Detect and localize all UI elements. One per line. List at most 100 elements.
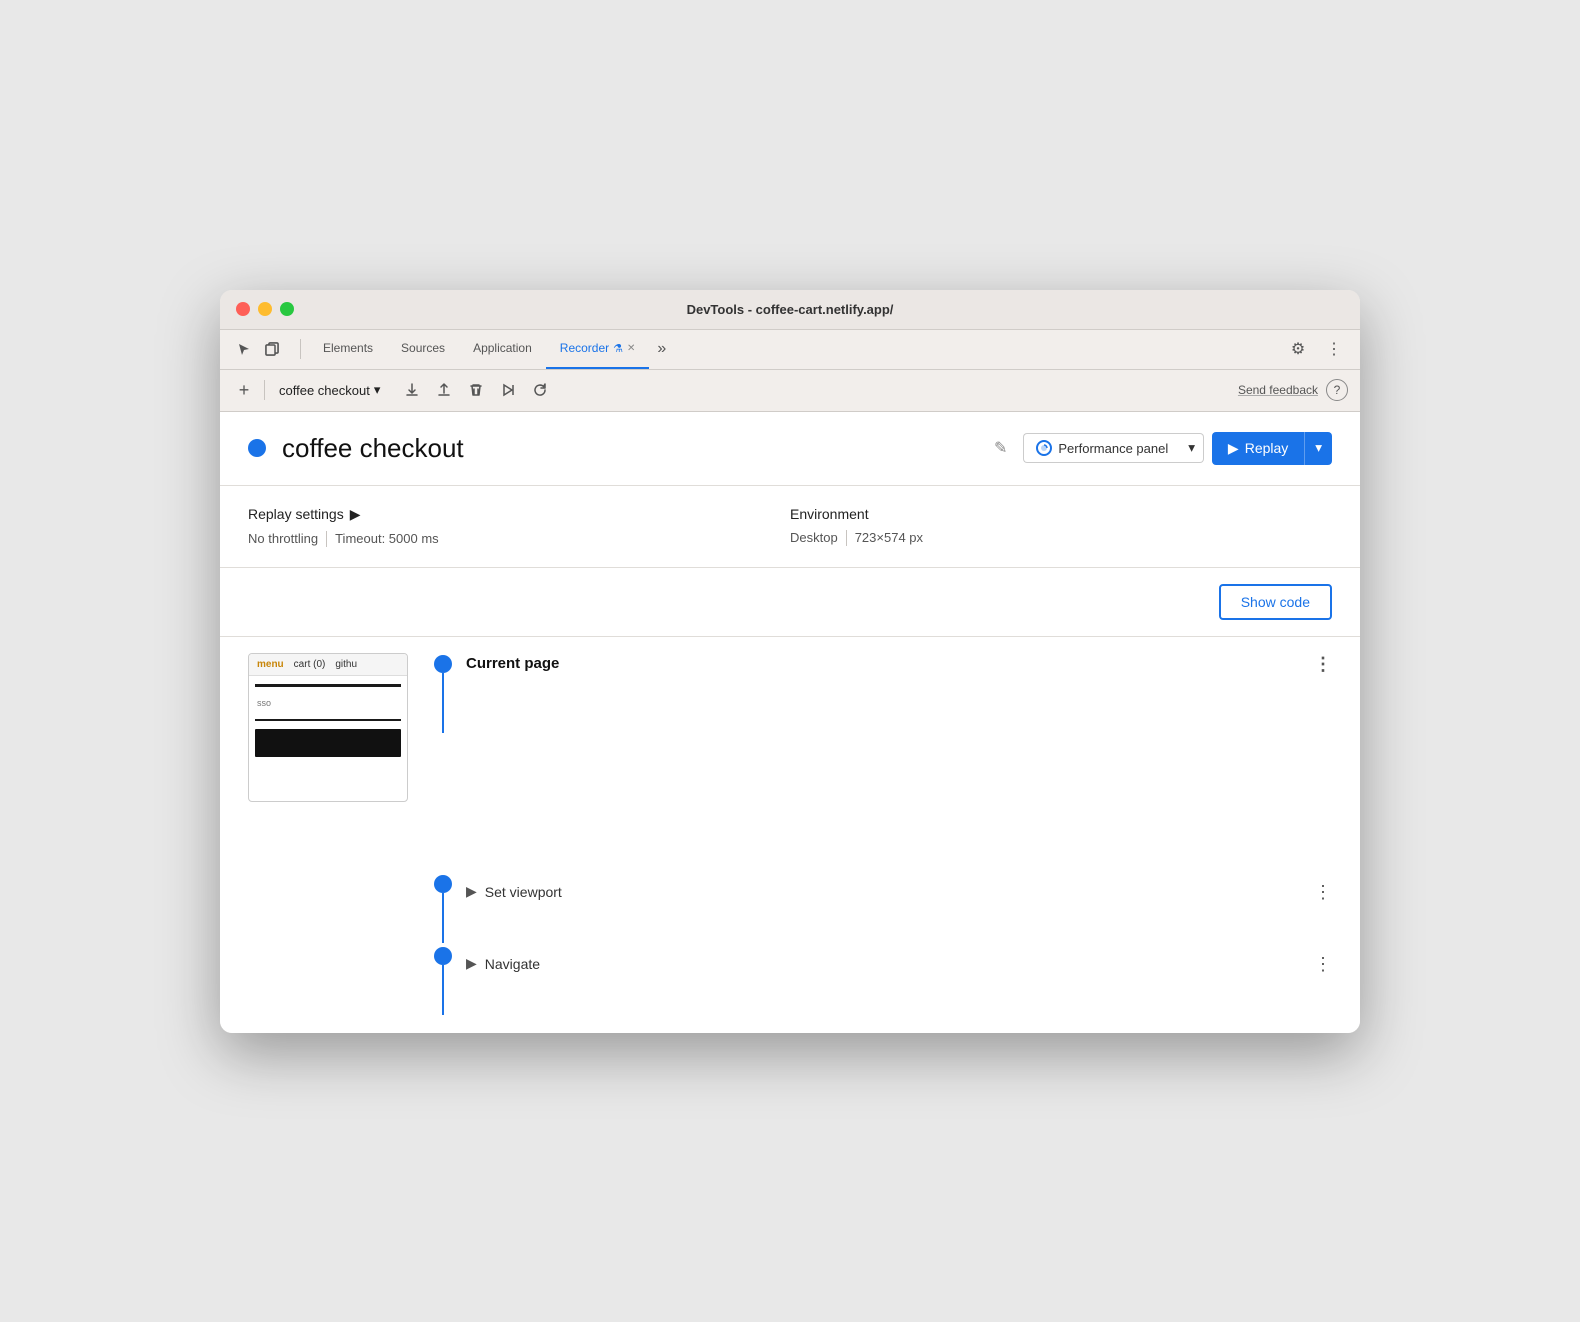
recorder-icon: ⚗ <box>613 342 623 355</box>
close-button[interactable] <box>236 302 250 316</box>
menu-icon[interactable]: ⋮ <box>1320 335 1348 363</box>
send-feedback-link[interactable]: Send feedback <box>1238 383 1318 397</box>
throttle-label: No throttling <box>248 531 318 546</box>
environment-details: Desktop 723×574 px <box>790 530 1332 546</box>
step-preview: menu cart (0) githu sso <box>248 653 418 802</box>
preview-label: sso <box>249 695 407 711</box>
env-size: 723×574 px <box>855 530 923 545</box>
copy-icon[interactable] <box>260 337 284 361</box>
env-divider <box>846 530 847 546</box>
recorder-actions <box>398 376 554 404</box>
replay-button[interactable]: ▶ Replay <box>1212 432 1304 465</box>
play-step-icon[interactable] <box>494 376 522 404</box>
step-label-1: Current page ⋮ <box>466 655 1332 673</box>
preview-nav-bar: menu cart (0) githu <box>249 654 407 676</box>
settings-section: Replay settings ▶ No throttling Timeout:… <box>220 486 1360 568</box>
preview-nav-cart: cart (0) <box>294 659 326 670</box>
replay-group: ▶ Replay ▾ <box>1212 432 1332 465</box>
tab-sources[interactable]: Sources <box>387 329 459 369</box>
performance-icon <box>1036 440 1052 456</box>
environment-title: Environment <box>790 506 1332 522</box>
recording-selector[interactable]: coffee checkout ▾ <box>273 378 386 402</box>
steps-area: menu cart (0) githu sso <box>220 637 1360 1033</box>
dropdown-chevron-icon: ▾ <box>374 382 381 398</box>
preview-nav-menu: menu <box>257 659 284 670</box>
step-line-2 <box>442 893 444 943</box>
performance-panel-dropdown-button[interactable]: ▾ <box>1180 433 1204 463</box>
settings-left: Replay settings ▶ No throttling Timeout:… <box>248 506 790 547</box>
step-kebab-button-1[interactable]: ⋮ <box>1314 655 1332 673</box>
settings-icon[interactable]: ⚙ <box>1284 335 1312 363</box>
step-timeline-2 <box>434 873 452 943</box>
recorder-toolbar-right: Send feedback ? <box>1238 379 1348 401</box>
settings-right: Environment Desktop 723×574 px <box>790 506 1332 546</box>
tab-recorder[interactable]: Recorder ⚗ ✕ <box>546 329 650 369</box>
step-dot-2 <box>434 875 452 893</box>
show-code-section: Show code <box>220 568 1360 637</box>
env-type: Desktop <box>790 530 838 545</box>
step-entry-set-viewport: ▶ Set viewport ⋮ <box>220 873 1360 945</box>
traffic-lights <box>236 302 294 316</box>
preview-dark-bar-1 <box>255 684 401 687</box>
tab-list: Elements Sources Application Recorder ⚗ … <box>309 329 1284 369</box>
step-kebab-button-3[interactable]: ⋮ <box>1314 955 1332 973</box>
performance-panel-button[interactable]: Performance panel <box>1023 433 1180 463</box>
preview-nav-github: githu <box>335 659 357 670</box>
replay-settings-toggle[interactable]: Replay settings ▶ <box>248 506 790 523</box>
edit-title-icon[interactable]: ✎ <box>994 438 1007 458</box>
step-info-1: Current page ⋮ <box>466 653 1332 673</box>
recorder-toolbar: + coffee checkout ▾ <box>220 370 1360 412</box>
preview-empty <box>249 761 407 801</box>
recording-status-dot <box>248 439 266 457</box>
settings-details: No throttling Timeout: 5000 ms <box>248 531 790 547</box>
preview-black-block <box>255 729 401 757</box>
toolbar-divider-1 <box>300 339 301 359</box>
step-label-3: ▶ Navigate ⋮ <box>466 955 1332 973</box>
toolbar-right: ⚙ ⋮ <box>1284 335 1348 363</box>
refresh-icon[interactable] <box>526 376 554 404</box>
maximize-button[interactable] <box>280 302 294 316</box>
devtools-window: DevTools - coffee-cart.netlify.app/ <box>220 290 1360 1033</box>
preview-body: sso <box>249 684 407 801</box>
tab-close-icon[interactable]: ✕ <box>627 343 635 354</box>
cursor-icon[interactable] <box>232 337 256 361</box>
window-title: DevTools - coffee-cart.netlify.app/ <box>687 302 894 317</box>
expand-icon: ▶ <box>350 506 361 523</box>
tab-application[interactable]: Application <box>459 329 546 369</box>
recording-title: coffee checkout <box>282 433 978 464</box>
step-entry-navigate: ▶ Navigate ⋮ <box>220 945 1360 1017</box>
replay-chevron-icon: ▾ <box>1315 440 1322 455</box>
delete-icon[interactable] <box>462 376 490 404</box>
recording-header: coffee checkout ✎ Performance panel <box>220 412 1360 486</box>
chevron-down-icon: ▾ <box>1188 440 1195 455</box>
tab-more-icon[interactable]: » <box>649 329 674 369</box>
preview-thumbnail: menu cart (0) githu sso <box>248 653 408 802</box>
step-entry-current-page: menu cart (0) githu sso <box>220 653 1360 873</box>
devtools-toolbar: Elements Sources Application Recorder ⚗ … <box>220 330 1360 370</box>
main-content: coffee checkout ✎ Performance panel <box>220 412 1360 1033</box>
step-arrow-3: ▶ <box>466 955 477 972</box>
step-info-2: ▶ Set viewport ⋮ <box>466 873 1332 901</box>
step-dot-1 <box>434 655 452 673</box>
tab-elements[interactable]: Elements <box>309 329 387 369</box>
step-timeline-1 <box>434 653 452 733</box>
performance-panel-group: Performance panel ▾ <box>1023 433 1204 463</box>
timeout-label: Timeout: 5000 ms <box>335 531 439 546</box>
header-right: Performance panel ▾ ▶ Replay ▾ <box>1023 432 1332 465</box>
add-recording-button[interactable]: + <box>232 378 256 402</box>
step-info-3: ▶ Navigate ⋮ <box>466 945 1332 973</box>
export-icon[interactable] <box>398 376 426 404</box>
replay-play-icon: ▶ <box>1228 440 1239 457</box>
titlebar: DevTools - coffee-cart.netlify.app/ <box>220 290 1360 330</box>
settings-divider <box>326 531 327 547</box>
step-arrow-2: ▶ <box>466 883 477 900</box>
step-dot-3 <box>434 947 452 965</box>
nav-icons <box>232 337 284 361</box>
minimize-button[interactable] <box>258 302 272 316</box>
show-code-button[interactable]: Show code <box>1219 584 1332 620</box>
replay-dropdown-button[interactable]: ▾ <box>1304 432 1332 465</box>
step-line-3 <box>442 965 444 1015</box>
help-button[interactable]: ? <box>1326 379 1348 401</box>
import-icon[interactable] <box>430 376 458 404</box>
step-kebab-button-2[interactable]: ⋮ <box>1314 883 1332 901</box>
